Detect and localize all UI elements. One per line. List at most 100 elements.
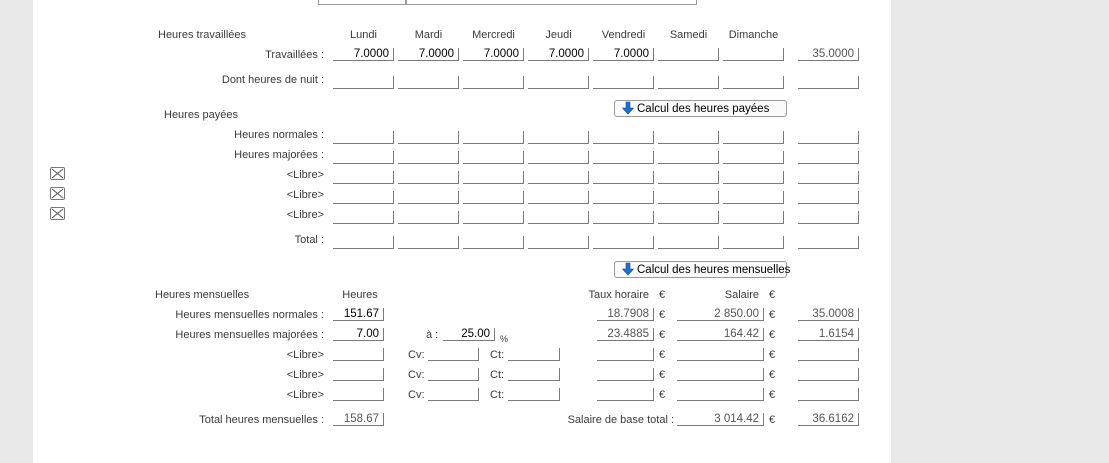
monthly-hours-field[interactable]: 7.00 [333, 328, 384, 341]
paid-hours-field[interactable] [723, 236, 784, 249]
cv-field[interactable] [428, 368, 479, 381]
paid-hours-field[interactable] [333, 211, 394, 224]
paid-hours-field[interactable] [593, 191, 654, 204]
paid-hours-field[interactable] [463, 211, 524, 224]
day-hours-field[interactable] [528, 76, 589, 89]
paid-hours-field[interactable] [398, 171, 459, 184]
paid-hours-field[interactable] [723, 151, 784, 164]
paid-hours-field[interactable] [463, 191, 524, 204]
paid-hours-field[interactable] [723, 171, 784, 184]
salary-field[interactable]: 164.42 [677, 328, 764, 341]
paid-hours-field[interactable] [398, 131, 459, 144]
paid-hours-field[interactable] [398, 151, 459, 164]
ct-field[interactable] [508, 388, 560, 401]
hourly-rate-field[interactable] [597, 388, 654, 401]
paid-hours-field[interactable] [658, 151, 719, 164]
hourly-rate-field[interactable]: 23.4885 [597, 328, 654, 341]
cv-field[interactable] [428, 348, 479, 361]
paid-hours-field[interactable] [333, 171, 394, 184]
monthly-hours-field[interactable] [333, 388, 384, 401]
ct-field[interactable] [508, 348, 560, 361]
hourly-rate-field[interactable] [597, 348, 654, 361]
paid-hours-field[interactable] [593, 151, 654, 164]
day-hours-field[interactable] [593, 76, 654, 89]
paid-hours-field[interactable] [528, 151, 589, 164]
ct-field[interactable] [508, 368, 560, 381]
cv-field[interactable] [428, 388, 479, 401]
day-hours-field[interactable]: 7.0000 [398, 48, 459, 61]
day-hours-field[interactable] [463, 76, 524, 89]
monthly-extra-field[interactable] [798, 388, 859, 401]
monthly-hours-field[interactable] [333, 348, 384, 361]
paid-hours-field[interactable] [463, 171, 524, 184]
day-hours-field[interactable]: 7.0000 [593, 48, 654, 61]
hourly-rate-field[interactable] [597, 368, 654, 381]
paid-hours-field[interactable] [463, 131, 524, 144]
paid-hours-field[interactable] [593, 236, 654, 249]
salary-field[interactable] [677, 368, 764, 381]
salary-field[interactable] [677, 388, 764, 401]
day-hours-field[interactable]: 7.0000 [528, 48, 589, 61]
calc-paid-hours-button[interactable]: Calcul des heures payées [614, 100, 787, 117]
paid-hours-field[interactable] [463, 151, 524, 164]
paid-total-field[interactable] [798, 171, 859, 184]
salary-field[interactable] [677, 348, 764, 361]
paid-total-field[interactable] [798, 191, 859, 204]
top-field-right[interactable] [406, 0, 697, 5]
monthly-hours-field[interactable]: 151.67 [333, 308, 384, 321]
day-hours-field[interactable] [658, 48, 719, 61]
calc-monthly-hours-button[interactable]: Calcul des heures mensuelles [614, 261, 790, 278]
paid-hours-field[interactable] [658, 171, 719, 184]
paid-hours-field[interactable] [593, 171, 654, 184]
monthly-hours-field[interactable] [333, 368, 384, 381]
paid-hours-field[interactable] [593, 211, 654, 224]
paid-hours-field[interactable] [658, 131, 719, 144]
base-extra-field[interactable]: 36.6162 [798, 413, 859, 426]
paid-hours-field[interactable] [593, 131, 654, 144]
paid-hours-field[interactable] [723, 131, 784, 144]
paid-hours-field[interactable] [333, 131, 394, 144]
day-hours-field[interactable] [658, 76, 719, 89]
paid-hours-field[interactable] [398, 236, 459, 249]
monthly-extra-field[interactable]: 1.6154 [798, 328, 859, 341]
paid-hours-field[interactable] [658, 236, 719, 249]
paid-hours-field[interactable] [333, 191, 394, 204]
paid-hours-field[interactable] [528, 131, 589, 144]
paid-hours-field[interactable] [528, 236, 589, 249]
paid-total-field[interactable] [798, 151, 859, 164]
paid-hours-field[interactable] [398, 191, 459, 204]
paid-hours-field[interactable] [398, 211, 459, 224]
day-hours-field[interactable] [723, 48, 784, 61]
day-hours-field[interactable] [398, 76, 459, 89]
mail-icon[interactable] [50, 187, 65, 200]
paid-total-field[interactable] [798, 236, 859, 249]
day-hours-field[interactable]: 7.0000 [333, 48, 394, 61]
overtime-percent-field[interactable]: 25.00 [443, 328, 495, 341]
day-hours-field[interactable] [333, 76, 394, 89]
week-total-field[interactable]: 35.0000 [798, 48, 859, 61]
paid-total-field[interactable] [798, 211, 859, 224]
monthly-extra-field[interactable] [798, 368, 859, 381]
monthly-extra-field[interactable] [798, 348, 859, 361]
day-hours-field[interactable] [723, 76, 784, 89]
paid-hours-field[interactable] [463, 236, 524, 249]
salary-field[interactable]: 2 850.00 [677, 308, 764, 321]
paid-hours-field[interactable] [333, 151, 394, 164]
day-hours-field[interactable]: 7.0000 [463, 48, 524, 61]
paid-hours-field[interactable] [333, 236, 394, 249]
paid-total-field[interactable] [798, 131, 859, 144]
paid-hours-field[interactable] [528, 191, 589, 204]
week-total-field[interactable] [798, 76, 859, 89]
top-field-left[interactable] [318, 0, 406, 5]
mail-icon[interactable] [50, 207, 65, 220]
paid-hours-field[interactable] [658, 211, 719, 224]
paid-hours-field[interactable] [723, 211, 784, 224]
paid-hours-field[interactable] [528, 171, 589, 184]
hourly-rate-field[interactable]: 18.7908 [597, 308, 654, 321]
total-monthly-hours-field[interactable]: 158.67 [333, 413, 384, 426]
paid-hours-field[interactable] [723, 191, 784, 204]
paid-hours-field[interactable] [658, 191, 719, 204]
monthly-extra-field[interactable]: 35.0008 [798, 308, 859, 321]
base-salary-field[interactable]: 3 014.42 [677, 413, 764, 426]
paid-hours-field[interactable] [528, 211, 589, 224]
